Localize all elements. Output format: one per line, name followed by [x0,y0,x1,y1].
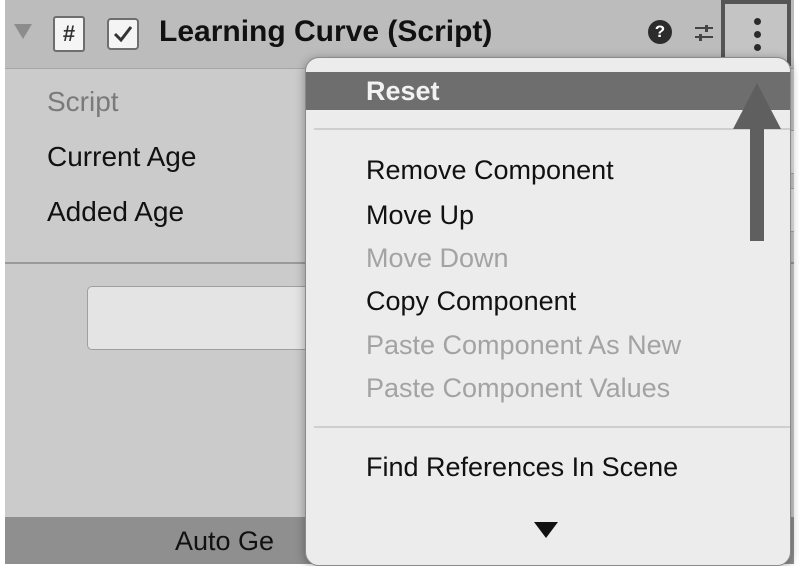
field-label-added-age: Added Age [47,196,185,227]
script-icon: # [53,16,85,52]
vertical-ellipsis-icon [754,18,761,25]
menu-item-remove-component[interactable]: Remove Component [306,151,790,189]
menu-item-label: Move Up [366,200,475,230]
scroll-down-triangle-icon[interactable] [534,522,558,538]
menu-item-label: Paste Component Values [366,373,671,403]
menu-item-label: Reset [366,76,440,106]
foldout-triangle-icon[interactable] [14,24,32,39]
menu-separator [314,128,790,130]
up-arrow-icon [733,83,781,241]
menu-item-move-up[interactable]: Move Up [306,196,790,234]
menu-item-label: Paste Component As New [366,330,682,360]
vertical-ellipsis-dot [754,44,761,51]
menu-item-move-down: Move Down [306,239,790,277]
menu-item-copy-component[interactable]: Copy Component [306,282,790,320]
component-title: Learning Curve (Script) [159,15,493,48]
checkmark-icon [113,26,133,43]
menu-item-label: Copy Component [366,286,577,316]
field-label-script: Script [47,86,119,117]
menu-item-reset[interactable]: Reset [306,72,790,110]
menu-item-paste-component-as-new: Paste Component As New [306,326,790,364]
preset-sliders-icon[interactable] [693,22,715,44]
vertical-ellipsis-dot [754,31,761,38]
context-menu: Reset Remove Component Move Up Move Down… [305,57,791,566]
enable-checkbox[interactable] [107,18,139,50]
menu-item-label: Move Down [366,243,509,273]
status-text: Auto Ge [175,526,275,556]
help-icon[interactable]: ? [648,20,672,44]
menu-item-paste-component-values: Paste Component Values [306,369,790,407]
field-label-current-age: Current Age [47,141,197,172]
menu-separator [314,426,790,428]
menu-item-label: Find References In Scene [366,452,679,482]
menu-item-find-references-in-scene[interactable]: Find References In Scene [306,448,790,486]
menu-item-label: Remove Component [366,155,614,185]
